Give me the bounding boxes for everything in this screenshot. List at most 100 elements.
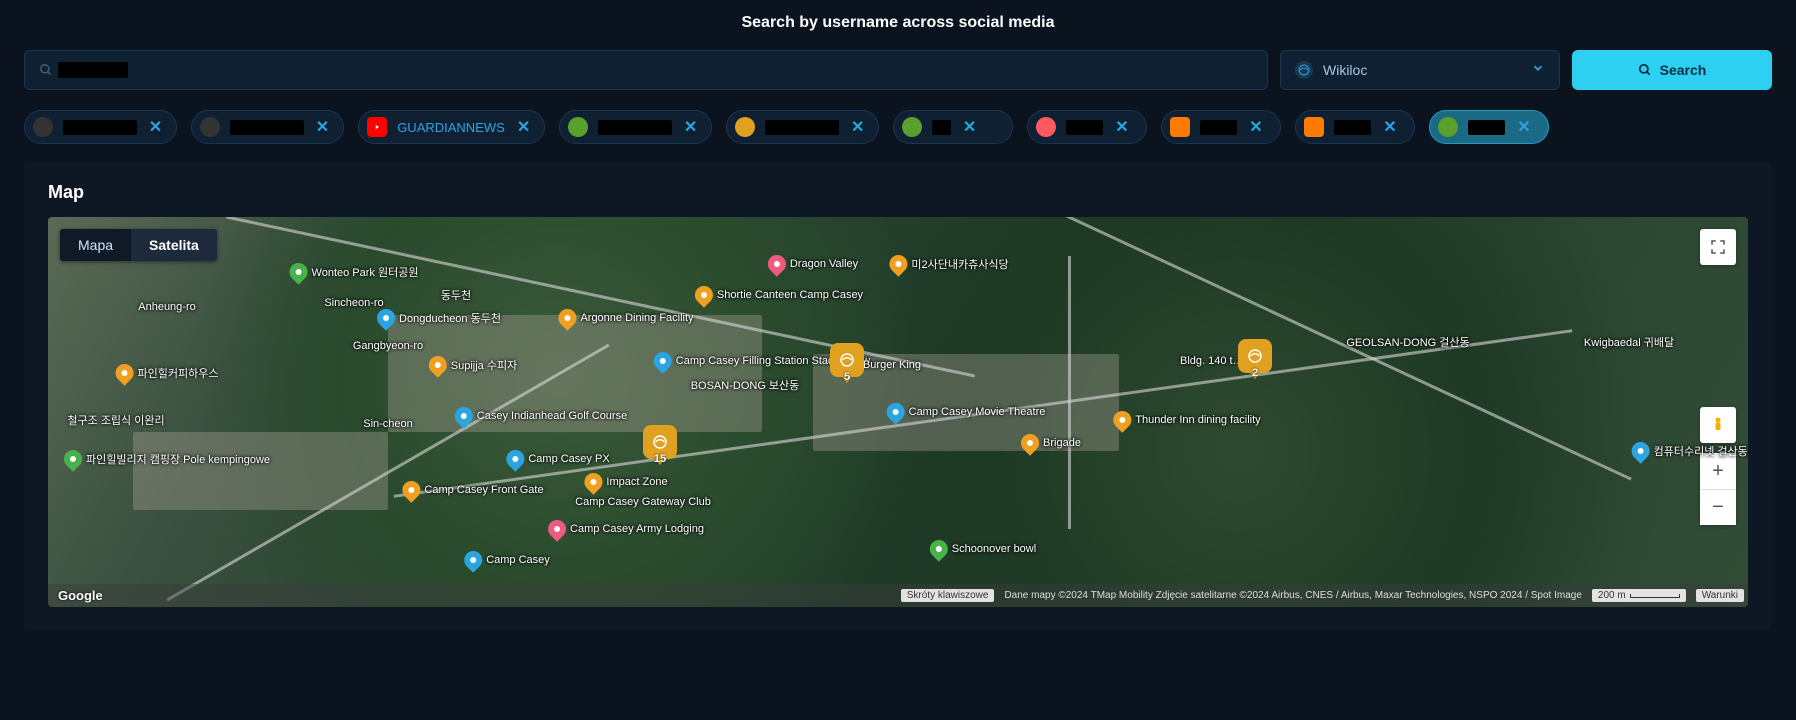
map-poi[interactable]: Wonteo Park 원터공원 (290, 263, 419, 281)
source-select-label: Wikiloc (1323, 62, 1531, 78)
map-poi[interactable]: Shortie Canteen Camp Casey (695, 286, 863, 304)
map-poi[interactable]: Kwigbaedal 귀배달 (1584, 334, 1674, 350)
chip-label: ████████ (765, 120, 839, 135)
source-select[interactable]: Wikiloc (1280, 50, 1560, 90)
poi-label: Camp Casey Gateway Club (575, 496, 711, 508)
poi-label: Supijja 수피자 (451, 357, 517, 373)
map-poi[interactable]: Impact Zone (584, 473, 667, 491)
fullscreen-button[interactable] (1700, 229, 1736, 265)
close-icon[interactable]: ✕ (1381, 117, 1398, 137)
map-poi[interactable]: Camp Casey (464, 551, 550, 569)
chevron-down-icon (1531, 61, 1545, 80)
chip-label: ████ (1334, 120, 1371, 135)
poi-label: GEOLSAN-DONG 걸산동 (1346, 334, 1469, 350)
poi-label: 동두천 (441, 287, 471, 303)
close-icon[interactable]: ✕ (314, 117, 331, 137)
map-poi[interactable]: Dragon Valley (768, 255, 858, 273)
map-poi[interactable]: 미2사단내카츄사식당 (889, 255, 1008, 273)
chip[interactable]: ████████✕ (24, 110, 177, 144)
map-canvas[interactable]: Mapa Satelita + − Google Skróty klawiszo… (48, 217, 1748, 607)
map-poi[interactable]: Camp Casey Gateway Club (575, 496, 711, 508)
map-poi[interactable]: BOSAN-DONG 보산동 (691, 377, 800, 393)
pin-icon (112, 360, 137, 385)
source-icon (1036, 117, 1056, 137)
map-poi[interactable]: Supijja 수피자 (429, 356, 517, 374)
map-poi[interactable]: 파인힐커피하우스 (116, 364, 219, 382)
fullscreen-icon (1709, 238, 1727, 256)
map-toggle-satellite[interactable]: Satelita (131, 229, 217, 261)
pin-icon (581, 469, 606, 494)
zoom-control: + − (1700, 453, 1736, 525)
map-poi[interactable]: Sincheon-ro (324, 297, 383, 309)
chip[interactable]: ████ ✕ (1295, 110, 1415, 144)
map-poi[interactable]: Camp Casey Movie Theatre (887, 403, 1046, 421)
map-cluster-marker[interactable]: 15 (643, 425, 677, 467)
pin-icon (286, 259, 311, 284)
chip[interactable]: ██✕ (893, 110, 1013, 144)
pin-icon (1628, 438, 1653, 463)
map-poi[interactable]: 파인힐빌리지 캠핑장 Pole kempingowe (64, 450, 270, 468)
map-poi[interactable]: 컴퓨터수리넷 걸산동AS (1632, 442, 1748, 460)
close-icon[interactable]: ✕ (682, 117, 699, 137)
pin-icon (460, 547, 485, 572)
map-toggle-map[interactable]: Mapa (60, 229, 131, 261)
poi-label: Casey Indianhead Golf Course (477, 410, 627, 422)
map-poi[interactable]: Camp Casey Army Lodging (548, 520, 704, 538)
close-icon[interactable]: ✕ (515, 117, 532, 137)
zoom-out-button[interactable]: − (1700, 489, 1736, 525)
poi-label: Schoonover bowl (952, 543, 1036, 555)
map-cluster-marker[interactable]: 2 (1238, 339, 1272, 381)
youtube-icon (367, 117, 387, 137)
map-poi[interactable]: GEOLSAN-DONG 걸산동 (1346, 334, 1469, 350)
map-poi[interactable]: Argonne Dining Facility (558, 309, 693, 327)
map-poi[interactable]: Casey Indianhead Golf Course (455, 407, 627, 425)
pin-icon (544, 516, 569, 541)
chip[interactable]: ████████ ✕ (559, 110, 712, 144)
chip[interactable]: ████ ✕ (1161, 110, 1281, 144)
poi-label: Camp Casey Army Lodging (570, 523, 704, 535)
search-row: Wikiloc Search (0, 50, 1796, 90)
source-icon (1304, 117, 1324, 137)
map-poi[interactable]: Schoonover bowl (930, 540, 1036, 558)
search-button[interactable]: Search (1572, 50, 1772, 90)
close-icon[interactable]: ✕ (147, 117, 164, 137)
terms-link[interactable]: Warunki (1696, 589, 1744, 602)
chip[interactable]: GUARDIANNEWS ✕ (358, 110, 545, 144)
pin-icon (399, 477, 424, 502)
chip[interactable]: ████████ ✕ (726, 110, 879, 144)
map-panel: Map Mapa Satelita + − Google Skróty klaw… (24, 162, 1772, 631)
shortcuts-link[interactable]: Skróty klawiszowe (901, 589, 995, 602)
close-icon[interactable]: ✕ (849, 117, 866, 137)
close-icon[interactable]: ✕ (1515, 117, 1532, 137)
search-input[interactable] (53, 62, 1253, 78)
chip-label: ████████ (598, 120, 672, 135)
map-poi[interactable]: Brigade (1021, 434, 1081, 452)
chip-label: GUARDIANNEWS (397, 120, 505, 135)
pin-icon (373, 306, 398, 331)
map-cluster-marker[interactable]: 5 (830, 343, 864, 385)
chip[interactable]: ████████✕ (191, 110, 344, 144)
map-poi[interactable]: Anheung-ro (138, 301, 196, 313)
pegman[interactable] (1700, 407, 1736, 443)
chip[interactable]: ████✕ (1429, 110, 1549, 144)
map-poi[interactable]: 철구조 조립식 이완리 (67, 412, 164, 428)
map-poi[interactable]: Thunder Inn dining facility (1113, 411, 1260, 429)
map-poi[interactable]: Dongducheon 동두천 (377, 309, 501, 327)
search-icon (1638, 63, 1652, 77)
poi-label: Argonne Dining Facility (580, 312, 693, 324)
wikiloc-icon (1295, 61, 1313, 79)
close-icon[interactable]: ✕ (1247, 117, 1264, 137)
search-input-wrap[interactable] (24, 50, 1268, 90)
poi-label: Sin-cheon (363, 418, 413, 430)
map-poi[interactable]: Gangbyeon-ro (353, 340, 423, 352)
pin-icon (650, 349, 675, 374)
map-poi[interactable]: 동두천 (441, 287, 471, 303)
chip-label: ████ (1200, 120, 1237, 135)
chip[interactable]: ████✕ (1027, 110, 1147, 144)
close-icon[interactable]: ✕ (961, 117, 978, 137)
pin-icon (691, 282, 716, 307)
close-icon[interactable]: ✕ (1113, 117, 1130, 137)
map-poi[interactable]: Camp Casey Front Gate (402, 481, 543, 499)
map-poi[interactable]: Sin-cheon (363, 418, 413, 430)
map-poi[interactable]: Camp Casey PX (506, 450, 609, 468)
